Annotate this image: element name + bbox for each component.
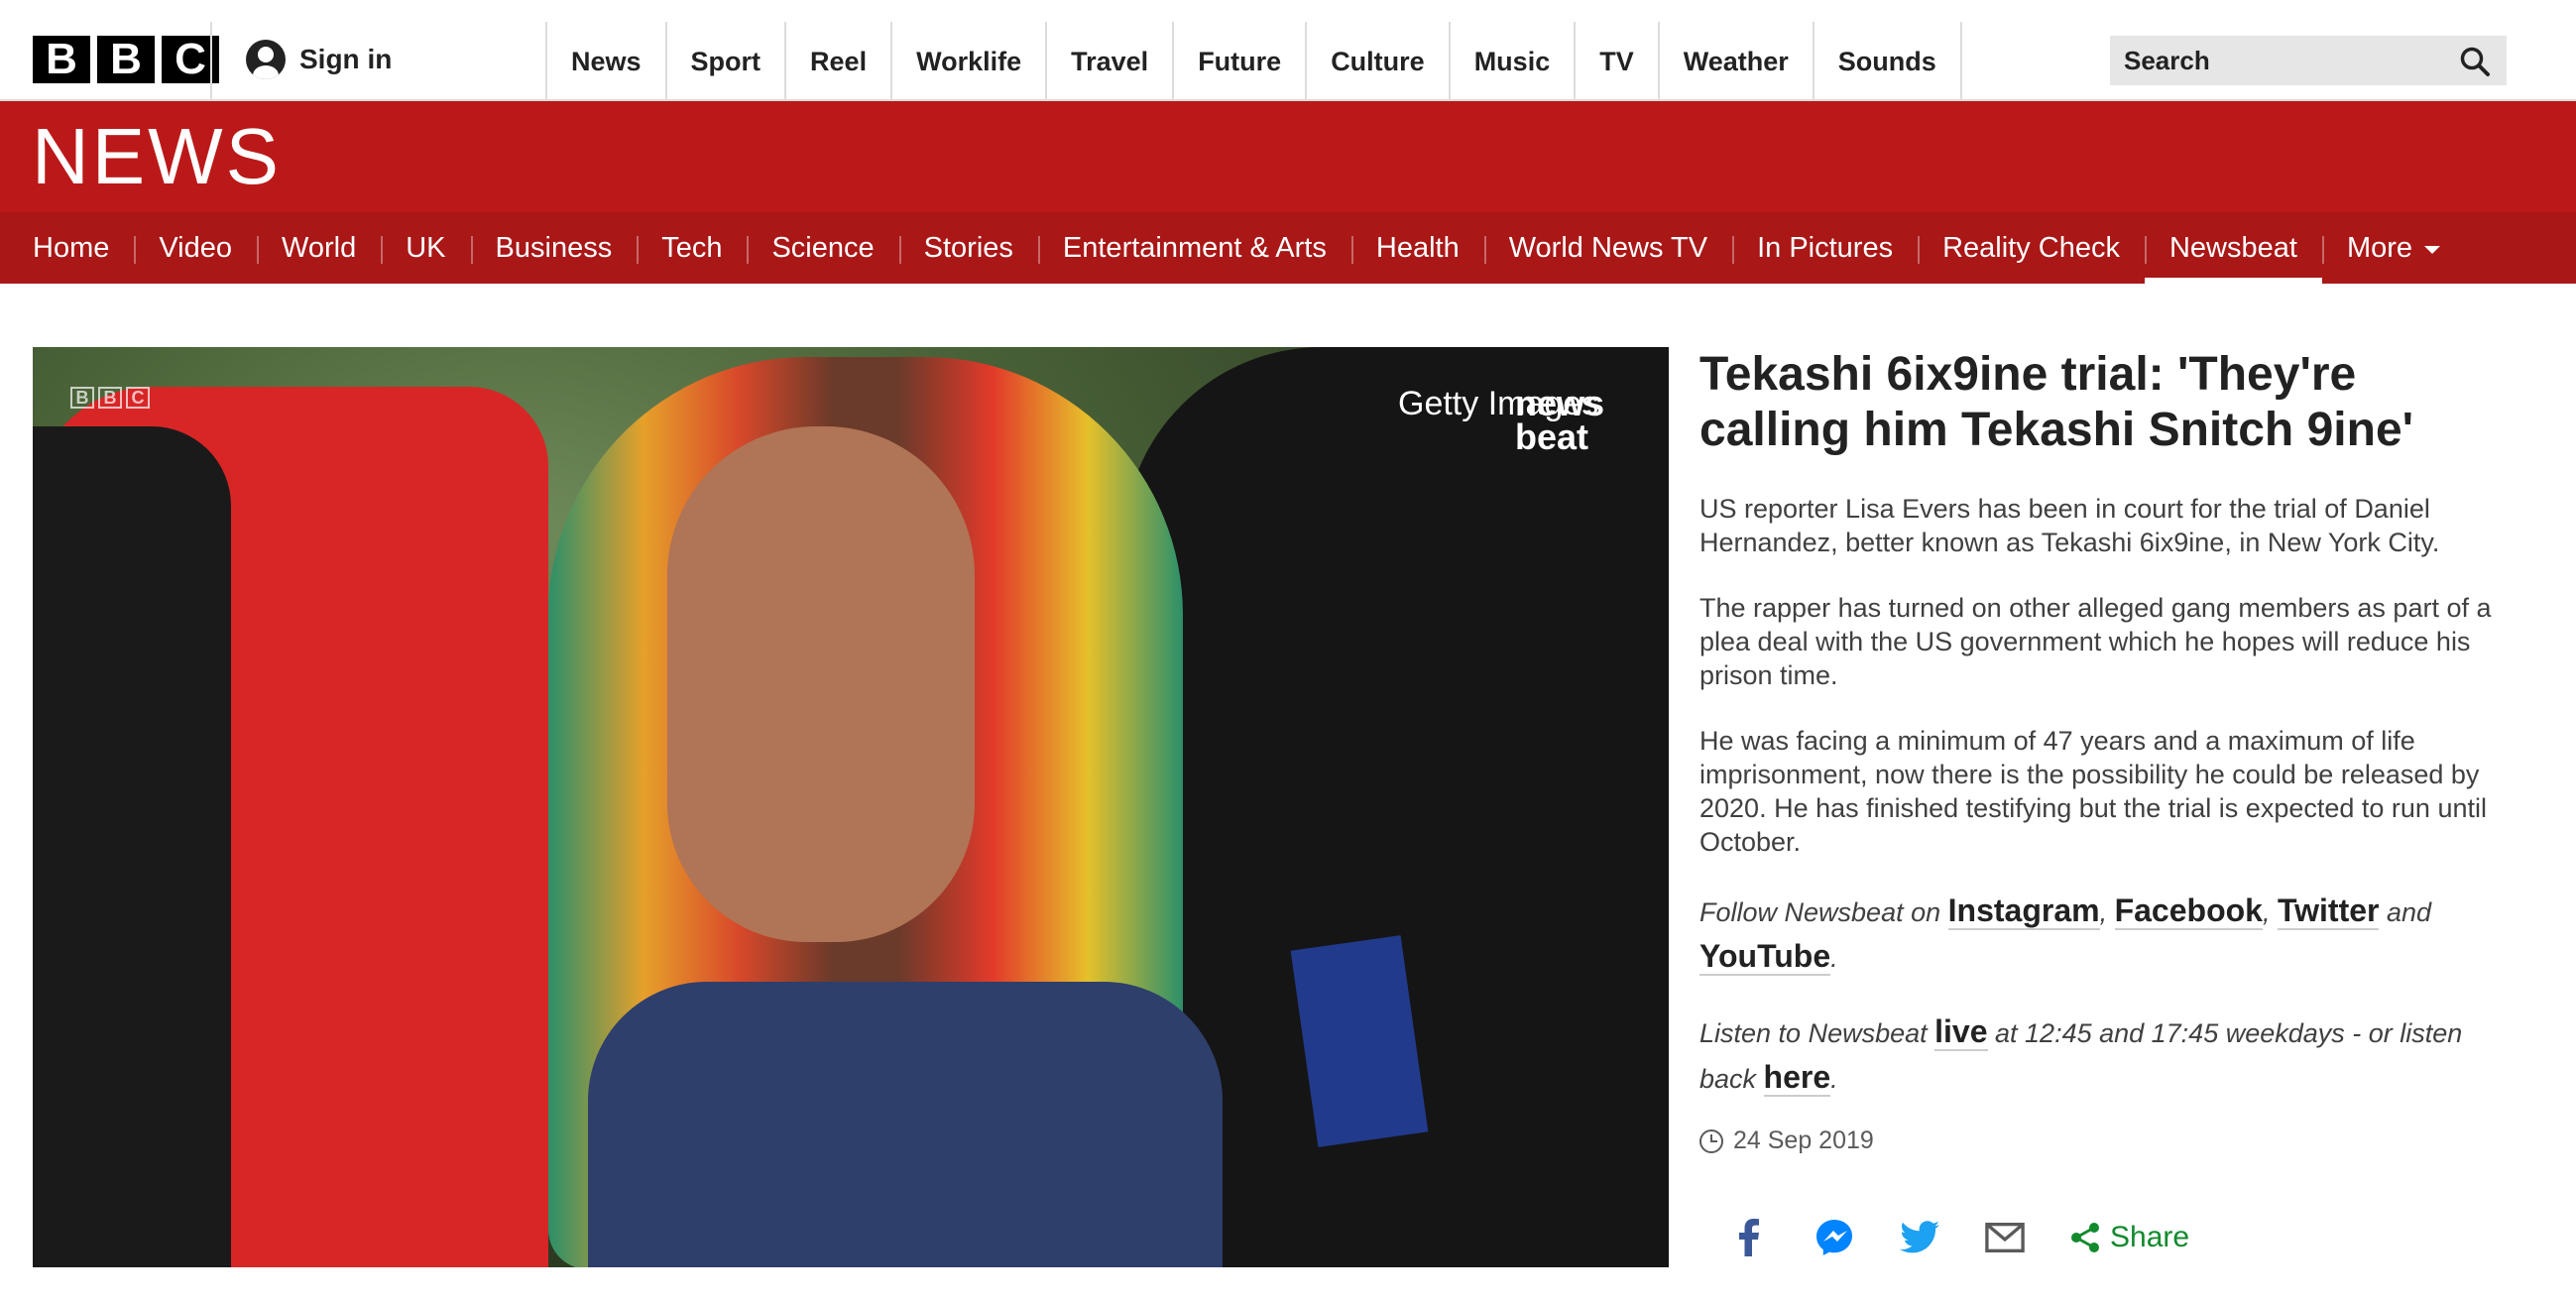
logo-letter: B: [33, 36, 90, 83]
search-box: [2110, 36, 2507, 85]
section-entertainment-arts[interactable]: Entertainment & Arts: [1037, 212, 1351, 284]
follow-separator: ,: [2099, 897, 2115, 927]
clock-icon: [1699, 1128, 1723, 1153]
share-button[interactable]: Share: [2070, 1221, 2189, 1254]
watermark-letter: B: [70, 387, 94, 409]
listen-prefix: Listen to Newsbeat: [1699, 1018, 1935, 1048]
top-nav-reel[interactable]: Reel: [784, 22, 890, 101]
share-tools: Share: [1729, 1218, 2189, 1257]
section-more[interactable]: More: [2321, 212, 2465, 284]
messenger-icon[interactable]: [1815, 1218, 1854, 1257]
share-icon: [2071, 1223, 2099, 1252]
user-icon: [246, 40, 286, 79]
top-nav-weather[interactable]: Weather: [1657, 22, 1813, 101]
top-nav-news[interactable]: News: [545, 22, 665, 101]
top-nav-worklife[interactable]: Worklife: [890, 22, 1045, 101]
bbc-watermark: B B C: [70, 387, 150, 409]
newsbeat-watermark: news beat: [1515, 383, 1605, 457]
top-nav-travel[interactable]: Travel: [1045, 22, 1172, 101]
follow-newsbeat: Follow Newsbeat on Instagram, Facebook, …: [1699, 889, 2513, 980]
section-business[interactable]: Business: [470, 212, 638, 284]
headline: Tekashi 6ix9ine trial: 'They're calling …: [1699, 348, 2414, 456]
youtube-link[interactable]: YouTube: [1699, 938, 1831, 976]
follow-separator: ,: [2262, 897, 2278, 927]
section-more-label: More: [2346, 231, 2413, 264]
section-science[interactable]: Science: [747, 212, 898, 284]
image-figure: [33, 426, 231, 1267]
article-date: 24 Sep 2019: [1699, 1127, 2513, 1155]
here-link[interactable]: here: [1763, 1059, 1831, 1097]
twitter-link[interactable]: Twitter: [2277, 892, 2380, 930]
section-uk[interactable]: UK: [381, 212, 470, 284]
top-nav-future[interactable]: Future: [1172, 22, 1305, 101]
share-label: Share: [2110, 1221, 2190, 1253]
section-in-pictures[interactable]: In Pictures: [1732, 212, 1918, 284]
sign-in-link[interactable]: Sign in: [246, 40, 392, 79]
newsbeat-line-2: beat: [1515, 416, 1589, 457]
section-world-news-tv[interactable]: World News TV: [1483, 212, 1732, 284]
section-video[interactable]: Video: [134, 212, 257, 284]
section-home[interactable]: Home: [8, 212, 134, 284]
live-link[interactable]: live: [1934, 1013, 1988, 1051]
caret-down-icon: [2424, 246, 2441, 254]
section-newsbeat[interactable]: Newsbeat: [2144, 212, 2322, 284]
facebook-link[interactable]: Facebook: [2114, 892, 2263, 930]
sign-in-label: Sign in: [299, 44, 393, 74]
logo-letter: B: [97, 36, 155, 83]
email-icon[interactable]: [1985, 1218, 2025, 1257]
section-tech[interactable]: Tech: [637, 212, 747, 284]
listen-end: .: [1830, 1064, 1838, 1094]
listen-newsbeat: Listen to Newsbeat live at 12:45 and 17:…: [1699, 1009, 2513, 1101]
top-nav-culture[interactable]: Culture: [1305, 22, 1449, 101]
follow-prefix: Follow Newsbeat on: [1699, 897, 1948, 927]
section-stories[interactable]: Stories: [898, 212, 1038, 284]
follow-and: and: [2379, 897, 2432, 927]
paragraph: US reporter Lisa Evers has been in court…: [1699, 494, 2440, 557]
search-input[interactable]: [2124, 45, 2441, 76]
twitter-icon[interactable]: [1900, 1218, 1939, 1257]
image-figure: [588, 982, 1223, 1267]
article: Tekashi 6ix9ine trial: 'They're calling …: [1699, 347, 2513, 1155]
newsbeat-line-1: news: [1515, 383, 1605, 423]
top-nav-sounds[interactable]: Sounds: [1812, 22, 1962, 101]
bbc-logo[interactable]: B B C: [33, 36, 219, 83]
divider: [210, 22, 212, 101]
top-nav-sport[interactable]: Sport: [664, 22, 785, 101]
section-health[interactable]: Health: [1350, 212, 1484, 284]
date-text: 24 Sep 2019: [1733, 1127, 1874, 1154]
facebook-icon[interactable]: [1729, 1218, 1769, 1257]
news-title[interactable]: NEWS: [32, 117, 282, 196]
paragraph: The rapper has turned on other alleged g…: [1699, 593, 2492, 690]
news-banner: NEWS: [0, 101, 2576, 212]
watermark-letter: C: [126, 387, 150, 409]
watermark-letter: B: [98, 387, 122, 409]
top-nav: News Sport Reel Worklife Travel Future C…: [545, 22, 1962, 101]
paragraph: He was facing a minimum of 47 years and …: [1699, 726, 2487, 857]
video-player[interactable]: B B C Getty Images news beat: [33, 347, 1669, 1267]
image-figure: [667, 426, 975, 942]
top-nav-music[interactable]: Music: [1448, 22, 1575, 101]
top-nav-tv[interactable]: TV: [1574, 22, 1658, 101]
instagram-link[interactable]: Instagram: [1947, 892, 2100, 930]
section-world[interactable]: World: [257, 212, 381, 284]
follow-end: .: [1830, 943, 1838, 973]
top-bar: B B C Sign in News Sport Reel Worklife T…: [0, 0, 2576, 101]
search-icon[interactable]: [2459, 46, 2491, 77]
section-reality-check[interactable]: Reality Check: [1918, 212, 2145, 284]
section-nav: Home Video World UK Business Tech Scienc…: [0, 212, 2576, 284]
